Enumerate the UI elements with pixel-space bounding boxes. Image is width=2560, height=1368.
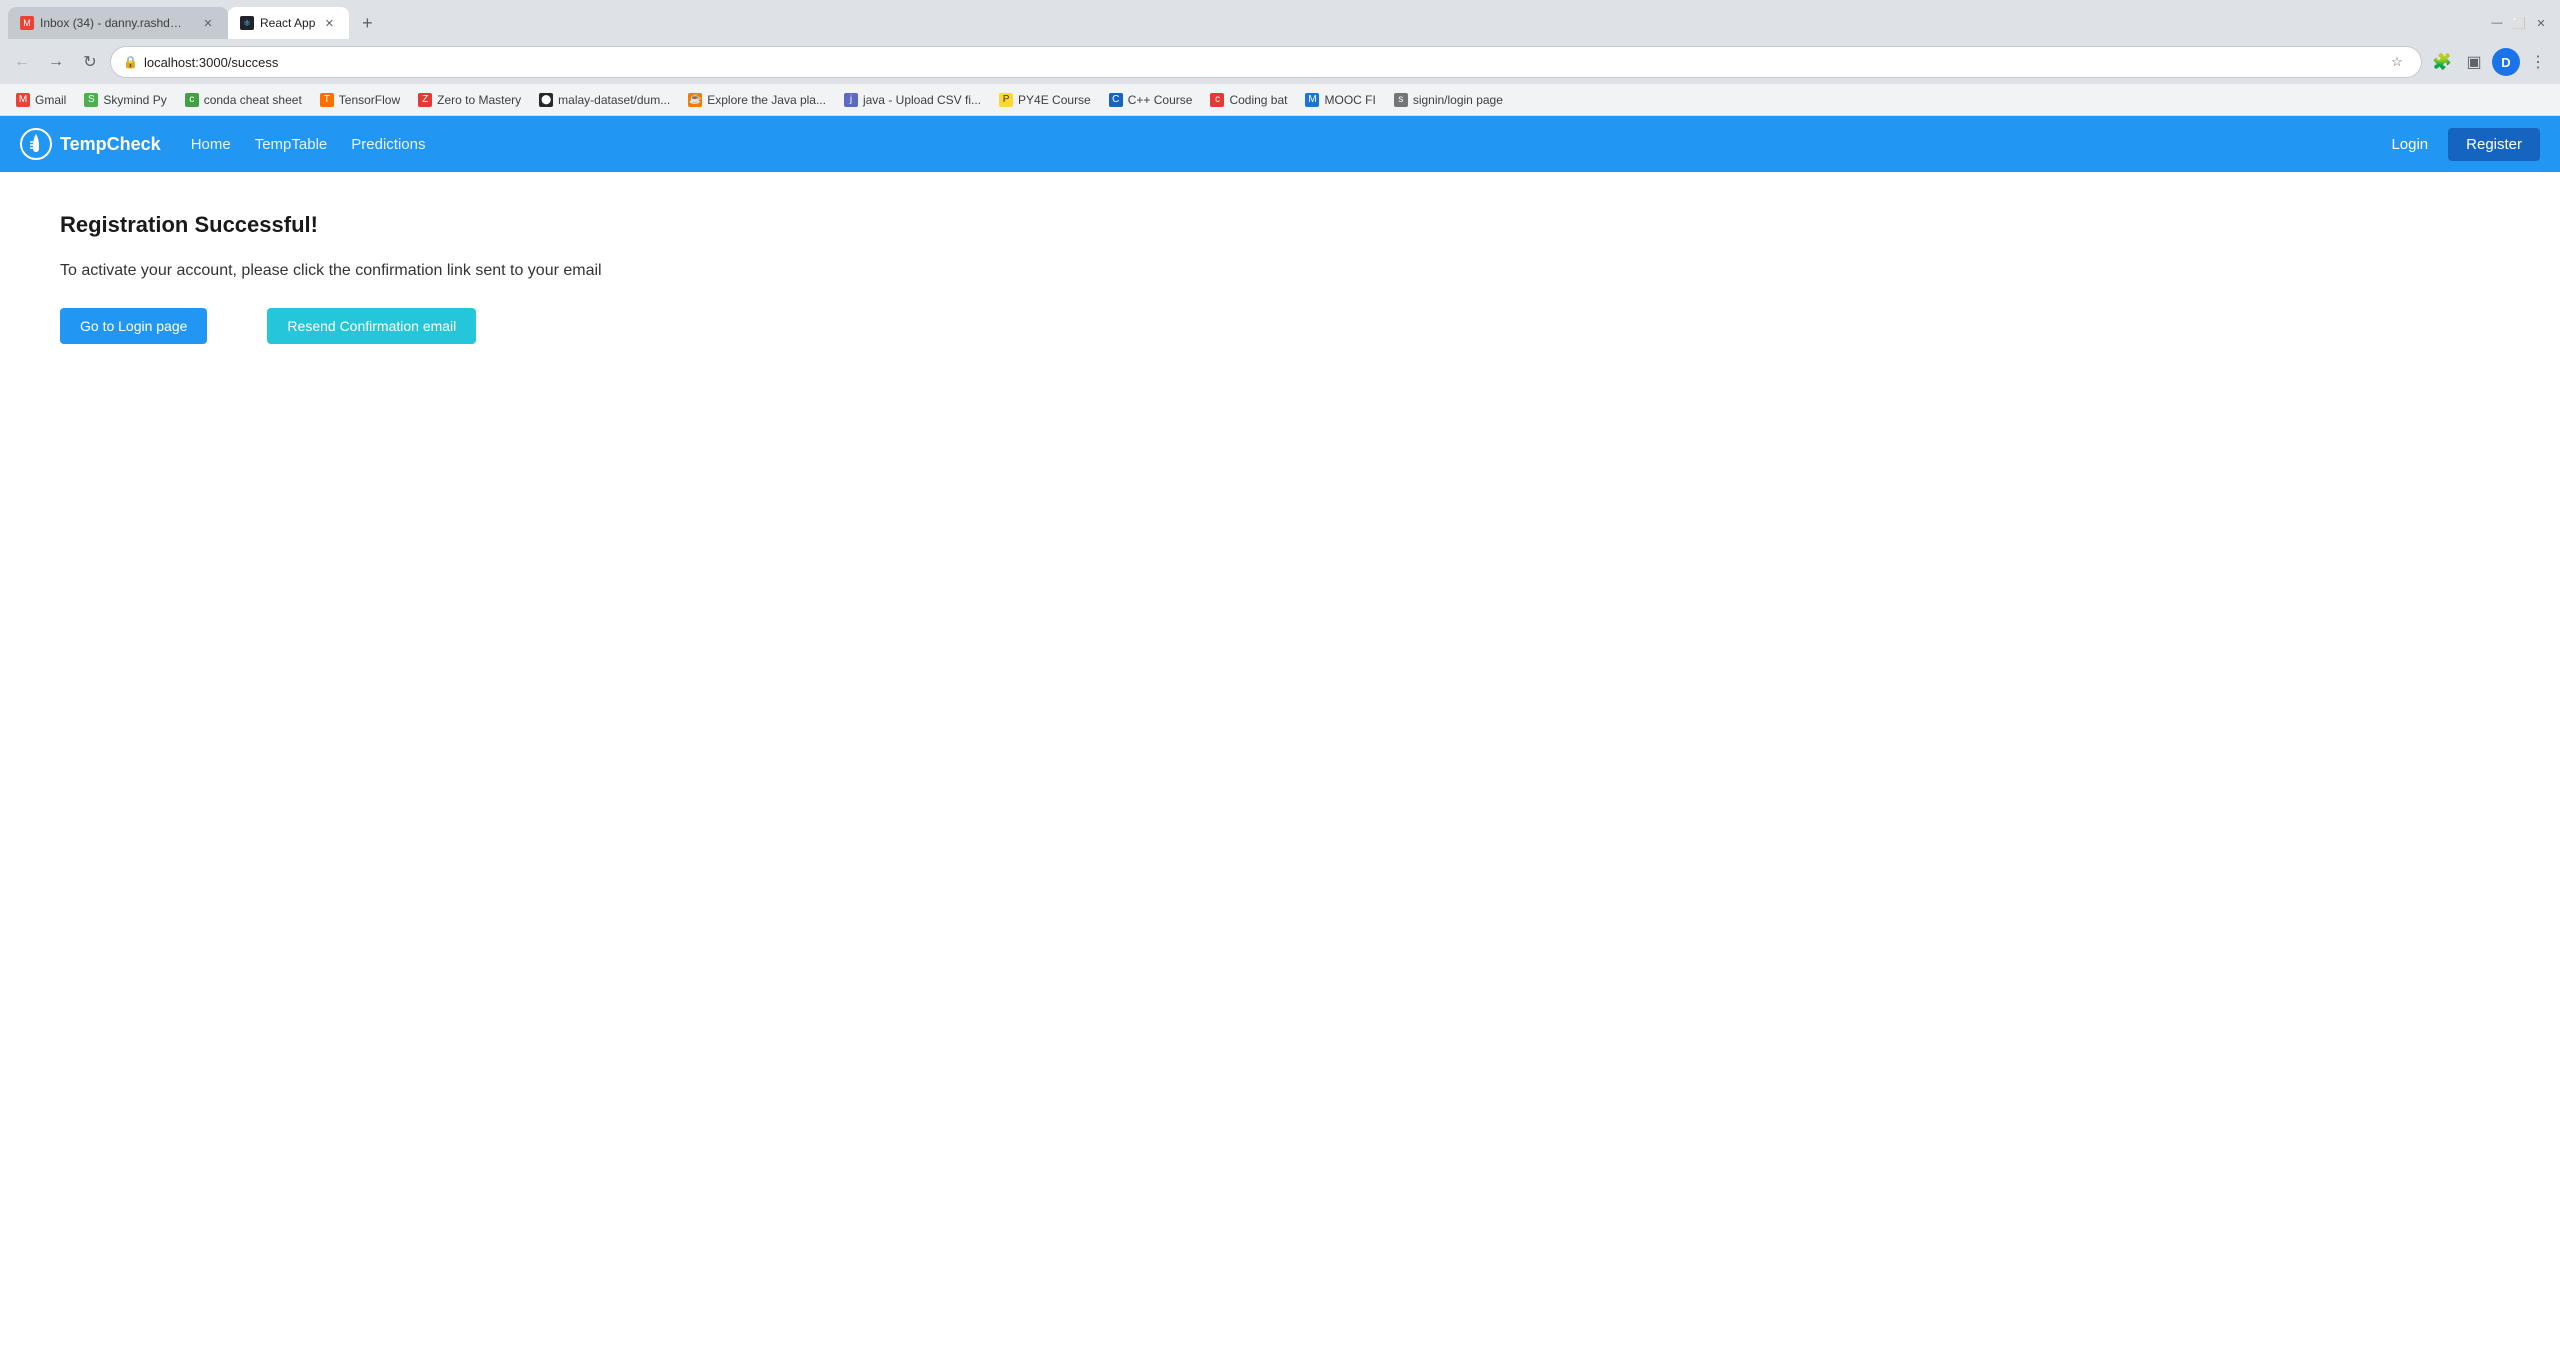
address-bar-row: ← → ↻ 🔒 localhost:3000/success ☆ 🧩 ▣ D ⋮ xyxy=(0,40,2560,84)
gmail-favicon: M xyxy=(20,16,34,30)
toolbar-icons: 🧩 ▣ D ⋮ xyxy=(2428,48,2552,76)
nav-home[interactable]: Home xyxy=(191,136,231,153)
bookmark-java-csv-label: java - Upload CSV fi... xyxy=(863,93,981,107)
bookmark-signin[interactable]: s signin/login page xyxy=(1386,87,1511,113)
react-favicon: ⚛ xyxy=(240,16,254,30)
mooc-icon: M xyxy=(1305,93,1319,107)
bookmark-skymind-label: Skymind Py xyxy=(103,93,166,107)
address-bar[interactable]: 🔒 localhost:3000/success ☆ xyxy=(110,46,2422,78)
success-heading: Registration Successful! xyxy=(60,212,2500,238)
py4e-icon: P xyxy=(999,93,1013,107)
codingbat-icon: c xyxy=(1210,93,1224,107)
skymind-bookmark-icon: S xyxy=(84,93,98,107)
bookmarks-bar: M Gmail S Skymind Py c conda cheat sheet… xyxy=(0,84,2560,116)
tab-gmail-close[interactable]: ✕ xyxy=(200,15,216,31)
app-navbar: TempCheck Home TempTable Predictions Log… xyxy=(0,116,2560,172)
bookmark-cpp[interactable]: C C++ Course xyxy=(1101,87,1201,113)
forward-button[interactable]: → xyxy=(42,48,70,76)
main-content: Registration Successful! To activate you… xyxy=(0,172,2560,384)
bookmark-java-csv[interactable]: j java - Upload CSV fi... xyxy=(836,87,989,113)
cpp-icon: C xyxy=(1109,93,1123,107)
tab-react[interactable]: ⚛ React App ✕ xyxy=(228,7,349,39)
go-to-login-button[interactable]: Go to Login page xyxy=(60,308,207,344)
bookmark-codingbat-label: Coding bat xyxy=(1229,93,1287,107)
minimize-button[interactable]: — xyxy=(2490,16,2504,30)
bookmark-mooc[interactable]: M MOOC FI xyxy=(1297,87,1383,113)
reload-button[interactable]: ↻ xyxy=(76,48,104,76)
bookmark-mooc-label: MOOC FI xyxy=(1324,93,1375,107)
bookmark-malay[interactable]: ⬤ malay-dataset/dum... xyxy=(531,87,678,113)
login-button[interactable]: Login xyxy=(2379,130,2440,159)
app-brand-name: TempCheck xyxy=(60,134,161,155)
bookmark-gmail-label: Gmail xyxy=(35,93,66,107)
ztm-bookmark-icon: Z xyxy=(418,93,432,107)
bookmark-skymind[interactable]: S Skymind Py xyxy=(76,87,174,113)
bookmark-star-icon[interactable]: ☆ xyxy=(2385,50,2409,74)
gmail-bookmark-icon: M xyxy=(16,93,30,107)
bookmark-tensorflow[interactable]: T TensorFlow xyxy=(312,87,408,113)
nav-temptable[interactable]: TempTable xyxy=(255,136,328,153)
tab-react-title: React App xyxy=(260,16,315,30)
register-button[interactable]: Register xyxy=(2448,128,2540,161)
action-buttons: Go to Login page Resend Confirmation ema… xyxy=(60,308,2500,344)
conda-bookmark-icon: c xyxy=(185,93,199,107)
browser-chrome: M Inbox (34) - danny.rashd@gmail... ✕ ⚛ … xyxy=(0,0,2560,116)
java-explore-icon: ☕ xyxy=(688,93,702,107)
bookmark-java-explore-label: Explore the Java pla... xyxy=(707,93,826,107)
back-button[interactable]: ← xyxy=(8,48,36,76)
tempcheck-logo-icon xyxy=(20,128,52,160)
tab-gmail[interactable]: M Inbox (34) - danny.rashd@gmail... ✕ xyxy=(8,7,228,39)
lock-icon: 🔒 xyxy=(123,55,138,69)
nav-auth: Login Register xyxy=(2379,128,2540,161)
app-logo[interactable]: TempCheck xyxy=(20,128,161,160)
sidebar-toggle-icon[interactable]: ▣ xyxy=(2460,48,2488,76)
bookmark-ztm[interactable]: Z Zero to Mastery xyxy=(410,87,529,113)
bookmark-gmail[interactable]: M Gmail xyxy=(8,87,74,113)
tab-gmail-title: Inbox (34) - danny.rashd@gmail... xyxy=(40,16,194,30)
bookmark-ztm-label: Zero to Mastery xyxy=(437,93,521,107)
bookmark-py4e[interactable]: P PY4E Course xyxy=(991,87,1099,113)
bookmark-conda[interactable]: c conda cheat sheet xyxy=(177,87,310,113)
malay-bookmark-icon: ⬤ xyxy=(539,93,553,107)
profile-button[interactable]: D xyxy=(2492,48,2520,76)
bookmark-conda-label: conda cheat sheet xyxy=(204,93,302,107)
bookmark-java-explore[interactable]: ☕ Explore the Java pla... xyxy=(680,87,834,113)
address-text: localhost:3000/success xyxy=(144,55,2379,70)
new-tab-button[interactable]: + xyxy=(353,9,381,37)
nav-predictions[interactable]: Predictions xyxy=(351,136,425,153)
window-controls: — ⬜ ✕ xyxy=(2490,16,2552,30)
address-bar-actions: ☆ xyxy=(2385,50,2409,74)
maximize-button[interactable]: ⬜ xyxy=(2512,16,2526,30)
activation-text: To activate your account, please click t… xyxy=(60,262,2500,280)
bookmark-signin-label: signin/login page xyxy=(1413,93,1503,107)
extensions-icon[interactable]: 🧩 xyxy=(2428,48,2456,76)
nav-links: Home TempTable Predictions xyxy=(191,136,2380,153)
bookmark-py4e-label: PY4E Course xyxy=(1018,93,1091,107)
tensorflow-bookmark-icon: T xyxy=(320,93,334,107)
resend-confirmation-button[interactable]: Resend Confirmation email xyxy=(267,308,476,344)
bookmark-cpp-label: C++ Course xyxy=(1128,93,1193,107)
bookmark-tensorflow-label: TensorFlow xyxy=(339,93,400,107)
menu-icon[interactable]: ⋮ xyxy=(2524,48,2552,76)
bookmark-codingbat[interactable]: c Coding bat xyxy=(1202,87,1295,113)
tab-bar: M Inbox (34) - danny.rashd@gmail... ✕ ⚛ … xyxy=(0,0,2560,40)
signin-icon: s xyxy=(1394,93,1408,107)
bookmark-malay-label: malay-dataset/dum... xyxy=(558,93,670,107)
tab-react-close[interactable]: ✕ xyxy=(321,15,337,31)
close-window-button[interactable]: ✕ xyxy=(2534,16,2548,30)
java-csv-icon: j xyxy=(844,93,858,107)
